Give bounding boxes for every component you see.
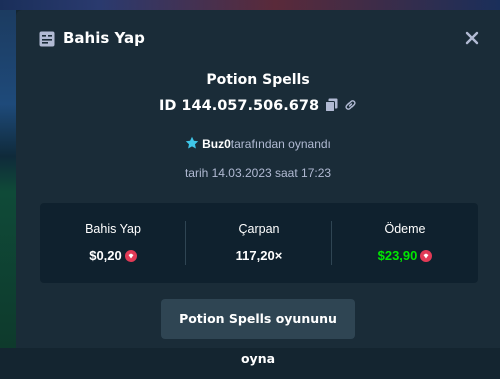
stat-multiplier: Çarpan 117,20× [186, 203, 332, 283]
bet-id: ID 144.057.506.678 [158, 98, 320, 114]
bet-slip-icon [39, 31, 55, 47]
stat-bet-amount: Bahis Yap $0,20 [40, 203, 186, 283]
stat-payout: Ödeme $23,90 [332, 203, 478, 283]
payout-value-row: $23,90 [332, 248, 478, 263]
link-icon[interactable] [344, 98, 357, 112]
multiplier-label: Çarpan [238, 222, 280, 236]
player-row: Buz0tarafından oynandı [16, 136, 500, 151]
modal-header: Bahis Yap [16, 10, 500, 66]
bet-stats-panel: Bahis Yap $0,20 Çarpan 117,20× Ödeme $23… [40, 203, 478, 283]
verified-star-icon [185, 136, 199, 149]
bet-amount-value: $0,20 [89, 248, 122, 263]
payout-label: Ödeme [384, 222, 426, 236]
player-name[interactable]: Buz0 [202, 137, 231, 151]
bet-id-row: ID 144.057.506.678 [16, 98, 500, 114]
bet-amount-value-row: $0,20 [40, 248, 186, 263]
play-game-button[interactable]: Potion Spells oyununu oyna [161, 299, 355, 366]
payout-value: $23,90 [377, 248, 418, 263]
backdrop-left [0, 0, 16, 348]
bet-details-modal: Bahis Yap Potion Spells ID 144.057.506.6… [16, 10, 500, 366]
backdrop-top [0, 0, 500, 10]
played-by-text: tarafından oynandı [230, 137, 331, 151]
bet-date: tarih 14.03.2023 saat 17:23 [184, 166, 332, 180]
currency-coin-icon [124, 250, 137, 262]
close-icon[interactable] [462, 28, 482, 48]
copy-icon[interactable] [325, 98, 338, 112]
game-name: Potion Spells [206, 72, 310, 88]
multiplier-value: 117,20× [235, 248, 283, 263]
currency-coin-icon [420, 250, 433, 262]
modal-title: Bahis Yap [63, 29, 145, 47]
bet-amount-label: Bahis Yap [85, 222, 141, 236]
